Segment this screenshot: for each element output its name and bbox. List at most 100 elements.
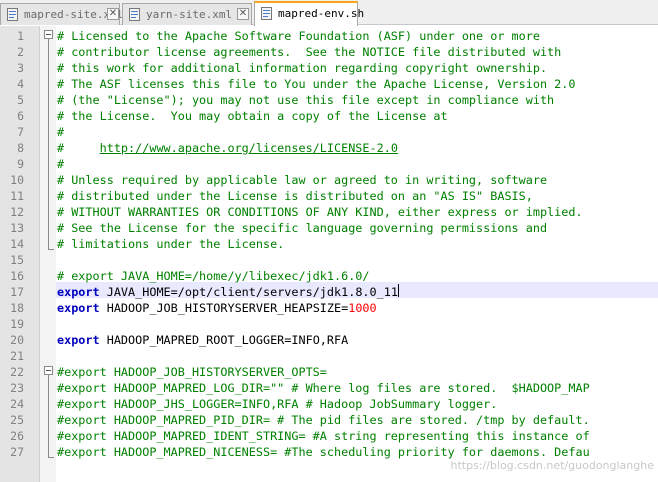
line-number: 27 [10, 445, 24, 459]
code-token: export [57, 301, 100, 315]
code-line[interactable]: # [57, 124, 64, 140]
code-editor[interactable]: 1 # Licensed to the Apache Software Found… [0, 26, 658, 482]
code-line[interactable]: # See the License for the specific langu… [57, 220, 547, 236]
code-line[interactable]: export HADOOP_JOB_HISTORYSERVER_HEAPSIZE… [57, 300, 377, 316]
line-number: 19 [10, 317, 24, 331]
code-token: # See the License for the specific langu… [57, 221, 548, 235]
code-line[interactable]: # [57, 156, 64, 172]
line-number: 16 [10, 269, 24, 283]
code-line[interactable]: #export HADOOP_MAPRED_NICENESS= #The sch… [57, 444, 590, 460]
tab-yarn-site-xml[interactable]: yarn-site.xml ✕ [122, 3, 252, 25]
tab-mapred-site-xml[interactable]: mapred-site.xml ✕ [0, 3, 123, 25]
code-token: # export JAVA_HOME=/home/y/libexec/jdk1.… [57, 269, 370, 283]
code-token: # Licensed to the Apache Software Founda… [57, 29, 540, 43]
code-line[interactable]: export HADOOP_MAPRED_ROOT_LOGGER=INFO,RF… [57, 332, 348, 348]
code-line[interactable]: # Unless required by applicable law or a… [57, 172, 547, 188]
code-token: export [57, 285, 100, 299]
code-token: # the License. You may obtain a copy of … [57, 109, 448, 123]
code-token: #export HADOOP_JOB_HISTORYSERVER_OPTS= [57, 365, 327, 379]
code-token: # distributed under the License is distr… [57, 189, 533, 203]
fold-end-marker [48, 457, 54, 458]
code-token: # [57, 125, 65, 139]
line-number: 1 [17, 29, 24, 43]
line-number: 6 [17, 109, 24, 123]
code-line[interactable]: # WITHOUT WARRANTIES OR CONDITIONS OF AN… [57, 204, 583, 220]
fold-collapse-icon[interactable] [44, 366, 53, 375]
line-number: 24 [10, 397, 24, 411]
line-number: 8 [17, 141, 24, 155]
code-token: HADOOP_MAPRED_ROOT_LOGGER=INFO,RFA [99, 333, 349, 347]
close-icon[interactable]: ✕ [237, 8, 249, 20]
line-number: 11 [10, 189, 24, 203]
code-token: # WITHOUT WARRANTIES OR CONDITIONS OF AN… [57, 205, 583, 219]
code-token: HADOOP_JOB_HISTORYSERVER_HEAPSIZE= [99, 301, 349, 315]
code-line[interactable]: # export JAVA_HOME=/home/y/libexec/jdk1.… [57, 268, 370, 284]
code-token: # [57, 141, 100, 155]
text-caret [397, 284, 399, 297]
code-line[interactable]: # contributor license agreements. See th… [57, 44, 561, 60]
code-line[interactable]: # http://www.apache.org/licenses/LICENSE… [57, 140, 398, 156]
code-line[interactable]: #export HADOOP_MAPRED_PID_DIR= # The pid… [57, 412, 590, 428]
code-token: /opt/client/servers/jdk1.8.0_11 [177, 285, 398, 299]
line-number: 17 [10, 285, 24, 299]
code-token: #export HADOOP_MAPRED_NICENESS= #The sch… [57, 445, 590, 459]
tab-mapred-env-sh[interactable]: mapred-env.sh [254, 1, 364, 26]
code-line[interactable]: # distributed under the License is distr… [57, 188, 533, 204]
line-number: 2 [17, 45, 24, 59]
code-token: # this work for additional information r… [57, 61, 548, 75]
line-number: 5 [17, 93, 24, 107]
code-token: # [57, 157, 65, 171]
code-line[interactable]: # The ASF licenses this file to You unde… [57, 76, 575, 92]
code-token: # limitations under the License. [57, 237, 285, 251]
code-token: 1000 [348, 301, 377, 315]
fold-collapse-icon[interactable] [44, 30, 53, 39]
tab-bar: mapred-site.xml ✕ yarn-site.xml ✕ mapred… [0, 0, 658, 26]
code-token: # (the "License"); you may not use this … [57, 93, 555, 107]
line-number: 18 [10, 301, 24, 315]
code-token: = [170, 285, 178, 299]
code-token: #export HADOOP_JHS_LOGGER=INFO,RFA # Had… [57, 397, 498, 411]
fold-end-marker [48, 249, 54, 250]
file-icon [7, 8, 18, 21]
code-line[interactable]: export JAVA_HOME=/opt/client/servers/jdk… [57, 284, 398, 300]
line-number: 23 [10, 381, 24, 395]
code-line[interactable]: #export HADOOP_MAPRED_IDENT_STRING= #A s… [57, 428, 590, 444]
code-token: # contributor license agreements. See th… [57, 45, 562, 59]
code-line[interactable]: # the License. You may obtain a copy of … [57, 108, 448, 124]
line-number: 7 [17, 125, 24, 139]
code-line[interactable]: # this work for additional information r… [57, 60, 547, 76]
code-token: export [57, 333, 100, 347]
line-number: 12 [10, 205, 24, 219]
tab-label: yarn-site.xml [146, 8, 233, 21]
fold-guide-line [48, 39, 49, 250]
line-number: 22 [10, 365, 24, 379]
code-token: #export HADOOP_MAPRED_LOG_DIR="" # Where… [57, 381, 590, 395]
watermark: https://blog.csdn.net/guodonglanghe [450, 459, 654, 472]
line-number: 21 [10, 349, 24, 363]
code-token: #export HADOOP_MAPRED_IDENT_STRING= #A s… [57, 429, 590, 443]
line-number: 20 [10, 333, 24, 347]
line-number: 4 [17, 77, 24, 91]
line-number: 10 [10, 173, 24, 187]
code-line[interactable]: #export HADOOP_MAPRED_LOG_DIR="" # Where… [57, 380, 590, 396]
code-token: #export HADOOP_MAPRED_PID_DIR= # The pid… [57, 413, 590, 427]
line-number: 3 [17, 61, 24, 75]
line-number: 9 [17, 157, 24, 171]
close-icon[interactable]: ✕ [107, 8, 119, 20]
line-number: 13 [10, 221, 24, 235]
code-token: # The ASF licenses this file to You unde… [57, 77, 576, 91]
code-line[interactable]: #export HADOOP_JHS_LOGGER=INFO,RFA # Had… [57, 396, 497, 412]
line-number: 25 [10, 413, 24, 427]
fold-guide-line [48, 375, 49, 458]
line-number: 14 [10, 237, 24, 251]
code-token: JAVA_HOME [99, 285, 171, 299]
line-number: 15 [10, 253, 24, 267]
code-line[interactable]: # Licensed to the Apache Software Founda… [57, 28, 540, 44]
code-line[interactable]: # (the "License"); you may not use this … [57, 92, 554, 108]
file-icon [261, 7, 272, 20]
code-line[interactable]: # limitations under the License. [57, 236, 284, 252]
code-line[interactable]: #export HADOOP_JOB_HISTORYSERVER_OPTS= [57, 364, 327, 380]
url-link[interactable]: http://www.apache.org/licenses/LICENSE-2… [100, 141, 398, 155]
line-number: 26 [10, 429, 24, 443]
code-token: # Unless required by applicable law or a… [57, 173, 548, 187]
